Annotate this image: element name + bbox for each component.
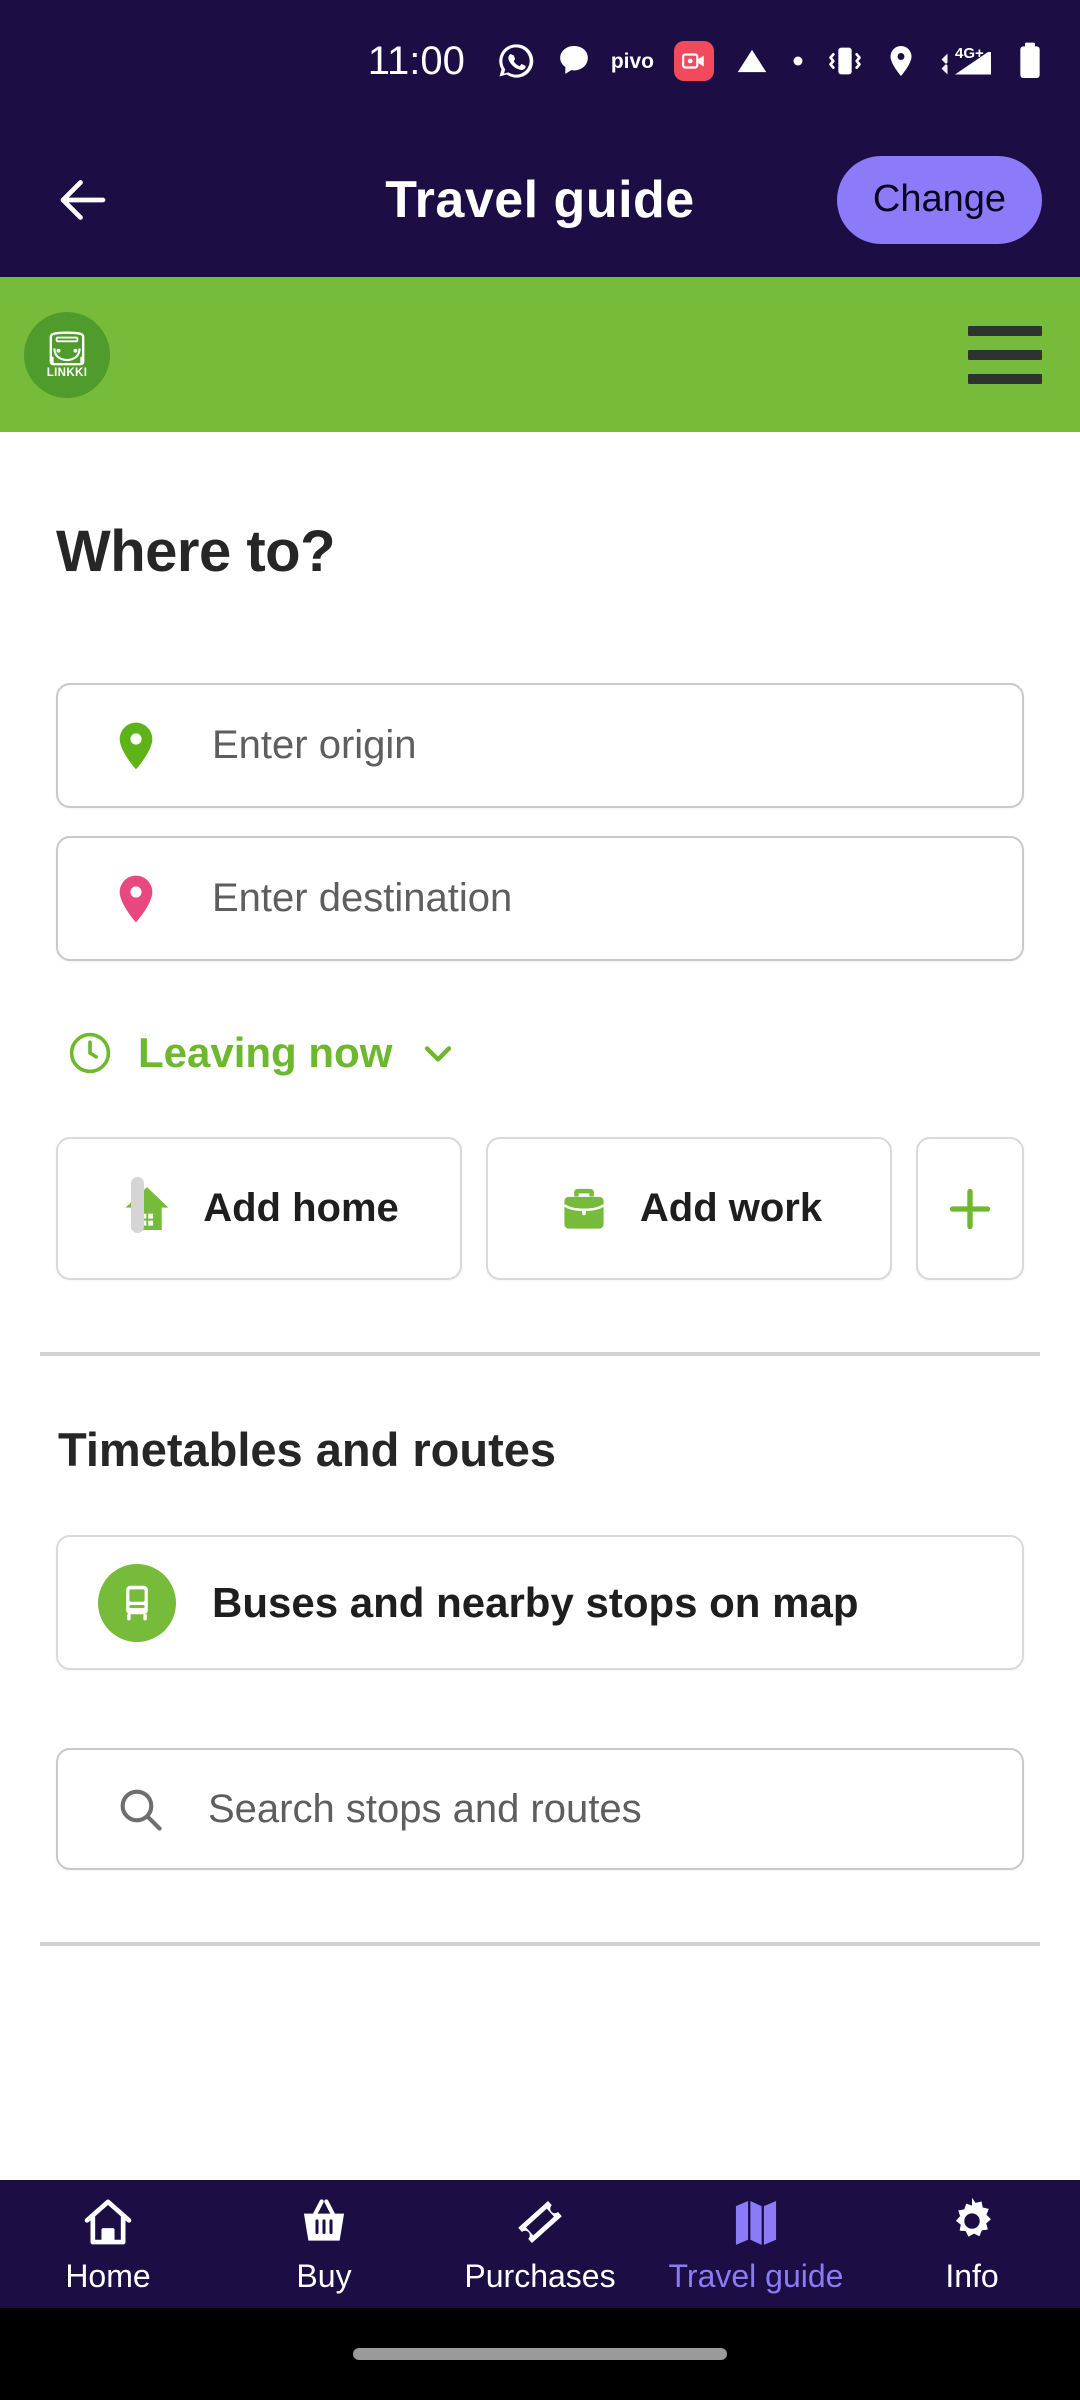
messages-icon bbox=[554, 41, 594, 81]
whatsapp-icon bbox=[496, 41, 536, 81]
dot-icon bbox=[789, 52, 807, 70]
burger-line bbox=[968, 325, 1042, 336]
chevron-down-icon bbox=[425, 1046, 452, 1062]
briefcase-icon bbox=[563, 1188, 605, 1229]
brand-bar: LINKKI bbox=[0, 277, 1080, 432]
bus-icon bbox=[98, 1563, 176, 1642]
hamburger-menu-icon[interactable] bbox=[962, 320, 1048, 390]
departure-time-label: Leaving now bbox=[138, 1029, 393, 1076]
bottom-divider bbox=[40, 1942, 1040, 1946]
departure-time-selector[interactable]: Leaving now bbox=[66, 1029, 460, 1077]
nav-label-travel-guide: Travel guide bbox=[668, 2257, 844, 2294]
nav-item-purchases[interactable]: Purchases bbox=[432, 2180, 648, 2308]
destination-placeholder: Enter destination bbox=[212, 876, 513, 920]
ticket-icon bbox=[518, 2200, 562, 2243]
play-triangle-icon bbox=[733, 42, 771, 80]
add-work-label: Add work bbox=[639, 1186, 823, 1230]
nav-item-home[interactable]: Home bbox=[0, 2180, 216, 2308]
origin-placeholder: Enter origin bbox=[212, 723, 417, 767]
search-stops-input[interactable]: Search stops and routes bbox=[56, 1748, 1024, 1870]
where-to-heading: Where to? bbox=[56, 519, 336, 584]
map-pin-icon bbox=[119, 722, 153, 769]
buses-on-map-card[interactable]: Buses and nearby stops on map bbox=[56, 1535, 1024, 1670]
location-icon bbox=[883, 43, 919, 79]
burger-line bbox=[968, 349, 1042, 360]
search-placeholder: Search stops and routes bbox=[208, 1786, 642, 1831]
add-home-label: Add home bbox=[203, 1186, 399, 1230]
gesture-bar[interactable] bbox=[353, 2348, 727, 2360]
origin-input[interactable]: Enter origin bbox=[56, 683, 1024, 808]
shortcut-row: Add home Add work bbox=[56, 1137, 1024, 1280]
bottom-navigation: Home Buy Purchases Travel guide Info bbox=[0, 2180, 1080, 2308]
basket-icon bbox=[303, 2198, 345, 2241]
nav-item-travel-guide[interactable]: Travel guide bbox=[648, 2180, 864, 2308]
gesture-navigation-area bbox=[0, 2308, 1080, 2400]
add-shortcut-button[interactable] bbox=[916, 1137, 1024, 1280]
nav-item-info[interactable]: Info bbox=[864, 2180, 1080, 2308]
section-divider bbox=[40, 1352, 1040, 1356]
change-button[interactable]: Change bbox=[836, 155, 1042, 244]
phone-screen: 11:00 pivo 4G+ Travel guide Change LINKK… bbox=[0, 0, 1080, 2400]
add-work-button[interactable]: Add work bbox=[486, 1137, 892, 1280]
screen-record-icon bbox=[674, 41, 714, 81]
status-bar-clock: 11:00 bbox=[367, 39, 465, 83]
clock-icon bbox=[69, 1032, 111, 1074]
gear-icon bbox=[955, 2197, 991, 2237]
pivo-label: pivo bbox=[610, 49, 654, 73]
app-bar: Travel guide Change bbox=[0, 122, 1080, 277]
signal-4g-icon: 4G+ bbox=[937, 41, 997, 81]
nav-label-info: Info bbox=[945, 2257, 999, 2294]
burger-line bbox=[968, 373, 1042, 384]
svg-text:LINKKI: LINKKI bbox=[47, 366, 88, 378]
home-icon bbox=[84, 2199, 132, 2244]
destination-input[interactable]: Enter destination bbox=[56, 836, 1024, 961]
battery-icon bbox=[1015, 41, 1045, 81]
vibrate-icon bbox=[825, 41, 865, 81]
plus-icon bbox=[949, 1188, 991, 1229]
main-content: Where to? Enter origin Enter destination… bbox=[0, 432, 1080, 2200]
linkki-logo[interactable]: LINKKI bbox=[24, 311, 110, 398]
home-icon bbox=[125, 1186, 169, 1230]
bus-front-icon: LINKKI bbox=[47, 331, 88, 378]
nav-label-purchases: Purchases bbox=[464, 2257, 616, 2294]
map-icon bbox=[735, 2200, 777, 2245]
timetables-heading: Timetables and routes bbox=[58, 1423, 556, 1476]
status-bar: 11:00 pivo 4G+ bbox=[0, 0, 1080, 122]
map-pin-icon bbox=[119, 875, 153, 922]
nav-label-home: Home bbox=[65, 2257, 151, 2294]
add-home-button[interactable]: Add home bbox=[56, 1137, 462, 1280]
buses-on-map-label: Buses and nearby stops on map bbox=[212, 1578, 859, 1626]
search-icon bbox=[120, 1789, 162, 1831]
nav-item-buy[interactable]: Buy bbox=[216, 2180, 432, 2308]
route-connector bbox=[131, 1177, 144, 1233]
nav-label-buy: Buy bbox=[296, 2257, 352, 2294]
